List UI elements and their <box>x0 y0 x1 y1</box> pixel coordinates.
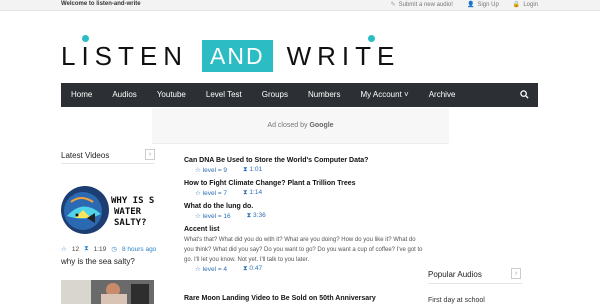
latest-videos-next-button[interactable]: › <box>145 149 155 160</box>
nav-audios[interactable]: Audios <box>102 83 146 107</box>
star-icon: ☆ <box>61 246 67 253</box>
nav-level-test[interactable]: Level Test <box>196 83 252 107</box>
video-thumbnail[interactable]: WHY IS SEA WATER SALTY? <box>61 178 154 240</box>
video-duration: 1:19 <box>93 245 107 253</box>
article-description: What's that? What did you do with it? Wh… <box>184 237 423 263</box>
logo-dot-icon <box>82 34 89 42</box>
article-list: Can DNA Be Used to Store the World's Com… <box>184 157 424 279</box>
article-meta: ☆ level = 4 ⧗ 0:47 <box>195 265 263 273</box>
nav-youtube[interactable]: Youtube <box>147 83 196 107</box>
edit-icon: ✎ <box>390 2 396 8</box>
article-meta: ☆ level = 7 ⧗ 1:14 <box>195 189 263 197</box>
video-preview-image <box>61 280 154 304</box>
submit-audio-link[interactable]: ✎ Submit a new audio! <box>391 1 453 8</box>
list-item[interactable]: What do the lung do. ☆ level = 16 ⧗ 3:36 <box>184 203 424 220</box>
logo-word-and: AND <box>202 40 273 72</box>
star-icon: ☆ <box>195 213 203 220</box>
chevron-down-icon: ˅ <box>404 90 409 99</box>
list-item[interactable]: How to Fight Climate Change? Plant a Tri… <box>184 180 424 197</box>
nav-groups[interactable]: Groups <box>252 83 298 107</box>
latest-videos-title: Latest Videos <box>61 151 110 160</box>
logo-word-listen: LISTEN <box>61 34 188 72</box>
star-icon: ☆ <box>195 167 203 174</box>
article-meta: ☆ level = 9 ⧗ 1:01 <box>195 166 263 174</box>
lock-icon: 🔒 <box>512 2 521 8</box>
article-title[interactable]: Rare Moon Landing Video to Be Sold on 50… <box>184 295 376 302</box>
signup-link[interactable]: 👤 Sign Up <box>467 1 499 8</box>
search-icon[interactable] <box>520 90 529 99</box>
main-nav: Home Audios Youtube Level Test Groups Nu… <box>61 83 538 107</box>
logo-word-write: WRITE <box>287 34 401 72</box>
popular-audios-title: Popular Audios <box>428 270 482 279</box>
video-title-link[interactable]: why is the sea salty? <box>61 257 135 266</box>
sea-fish-illustration: WHY IS SEA WATER SALTY? <box>61 178 154 240</box>
article-title[interactable]: Accent list <box>184 226 424 233</box>
user-icon: 👤 <box>466 2 475 8</box>
svg-text:WHY IS SEA: WHY IS SEA <box>111 196 154 206</box>
video-meta: ☆ 12 ⧗ 1:19 ◷ 8 hours ago <box>61 245 156 253</box>
svg-text:WATER: WATER <box>114 207 142 217</box>
popular-audio-item[interactable]: First day at school <box>428 297 485 304</box>
hourglass-icon: ⧗ <box>84 245 89 252</box>
divider <box>61 163 154 164</box>
svg-text:SALTY?: SALTY? <box>114 218 147 228</box>
article-title[interactable]: What do the lung do. <box>184 203 424 210</box>
list-item[interactable]: Accent list What's that? What did you do… <box>184 226 424 273</box>
ad-banner: Ad closed by Google <box>152 108 449 144</box>
article-meta: ☆ level = 16 ⧗ 3:36 <box>195 212 266 220</box>
nav-numbers[interactable]: Numbers <box>298 83 350 107</box>
star-icon: ☆ <box>195 190 203 197</box>
site-logo[interactable]: LISTEN AND WRITE <box>61 34 401 76</box>
video-thumbnail-2[interactable] <box>61 280 154 304</box>
nav-my-account[interactable]: My Account ˅ <box>350 83 418 107</box>
top-links: ✎ Submit a new audio! 👤 Sign Up 🔒 Login <box>391 1 538 8</box>
divider <box>428 283 522 284</box>
login-link[interactable]: 🔒 Login <box>513 1 538 8</box>
top-bar: Welcome to listen-and-write ✎ Submit a ne… <box>0 0 600 11</box>
clock-icon: ◷ <box>111 246 117 253</box>
video-likes: 12 <box>71 245 80 253</box>
article-title[interactable]: How to Fight Climate Change? Plant a Tri… <box>184 180 424 187</box>
welcome-text: Welcome to listen-and-write <box>61 1 141 7</box>
star-icon: ☆ <box>195 266 203 273</box>
video-ago: 8 hours ago <box>121 245 157 253</box>
nav-home[interactable]: Home <box>61 83 102 107</box>
logo-dot-icon <box>367 34 375 42</box>
list-item[interactable]: Can DNA Be Used to Store the World's Com… <box>184 157 424 174</box>
nav-archive[interactable]: Archive <box>419 83 466 107</box>
ad-closed-text: Ad closed by Google <box>267 122 334 129</box>
article-title[interactable]: Can DNA Be Used to Store the World's Com… <box>184 157 424 164</box>
popular-audios-next-button[interactable]: › <box>511 268 521 279</box>
